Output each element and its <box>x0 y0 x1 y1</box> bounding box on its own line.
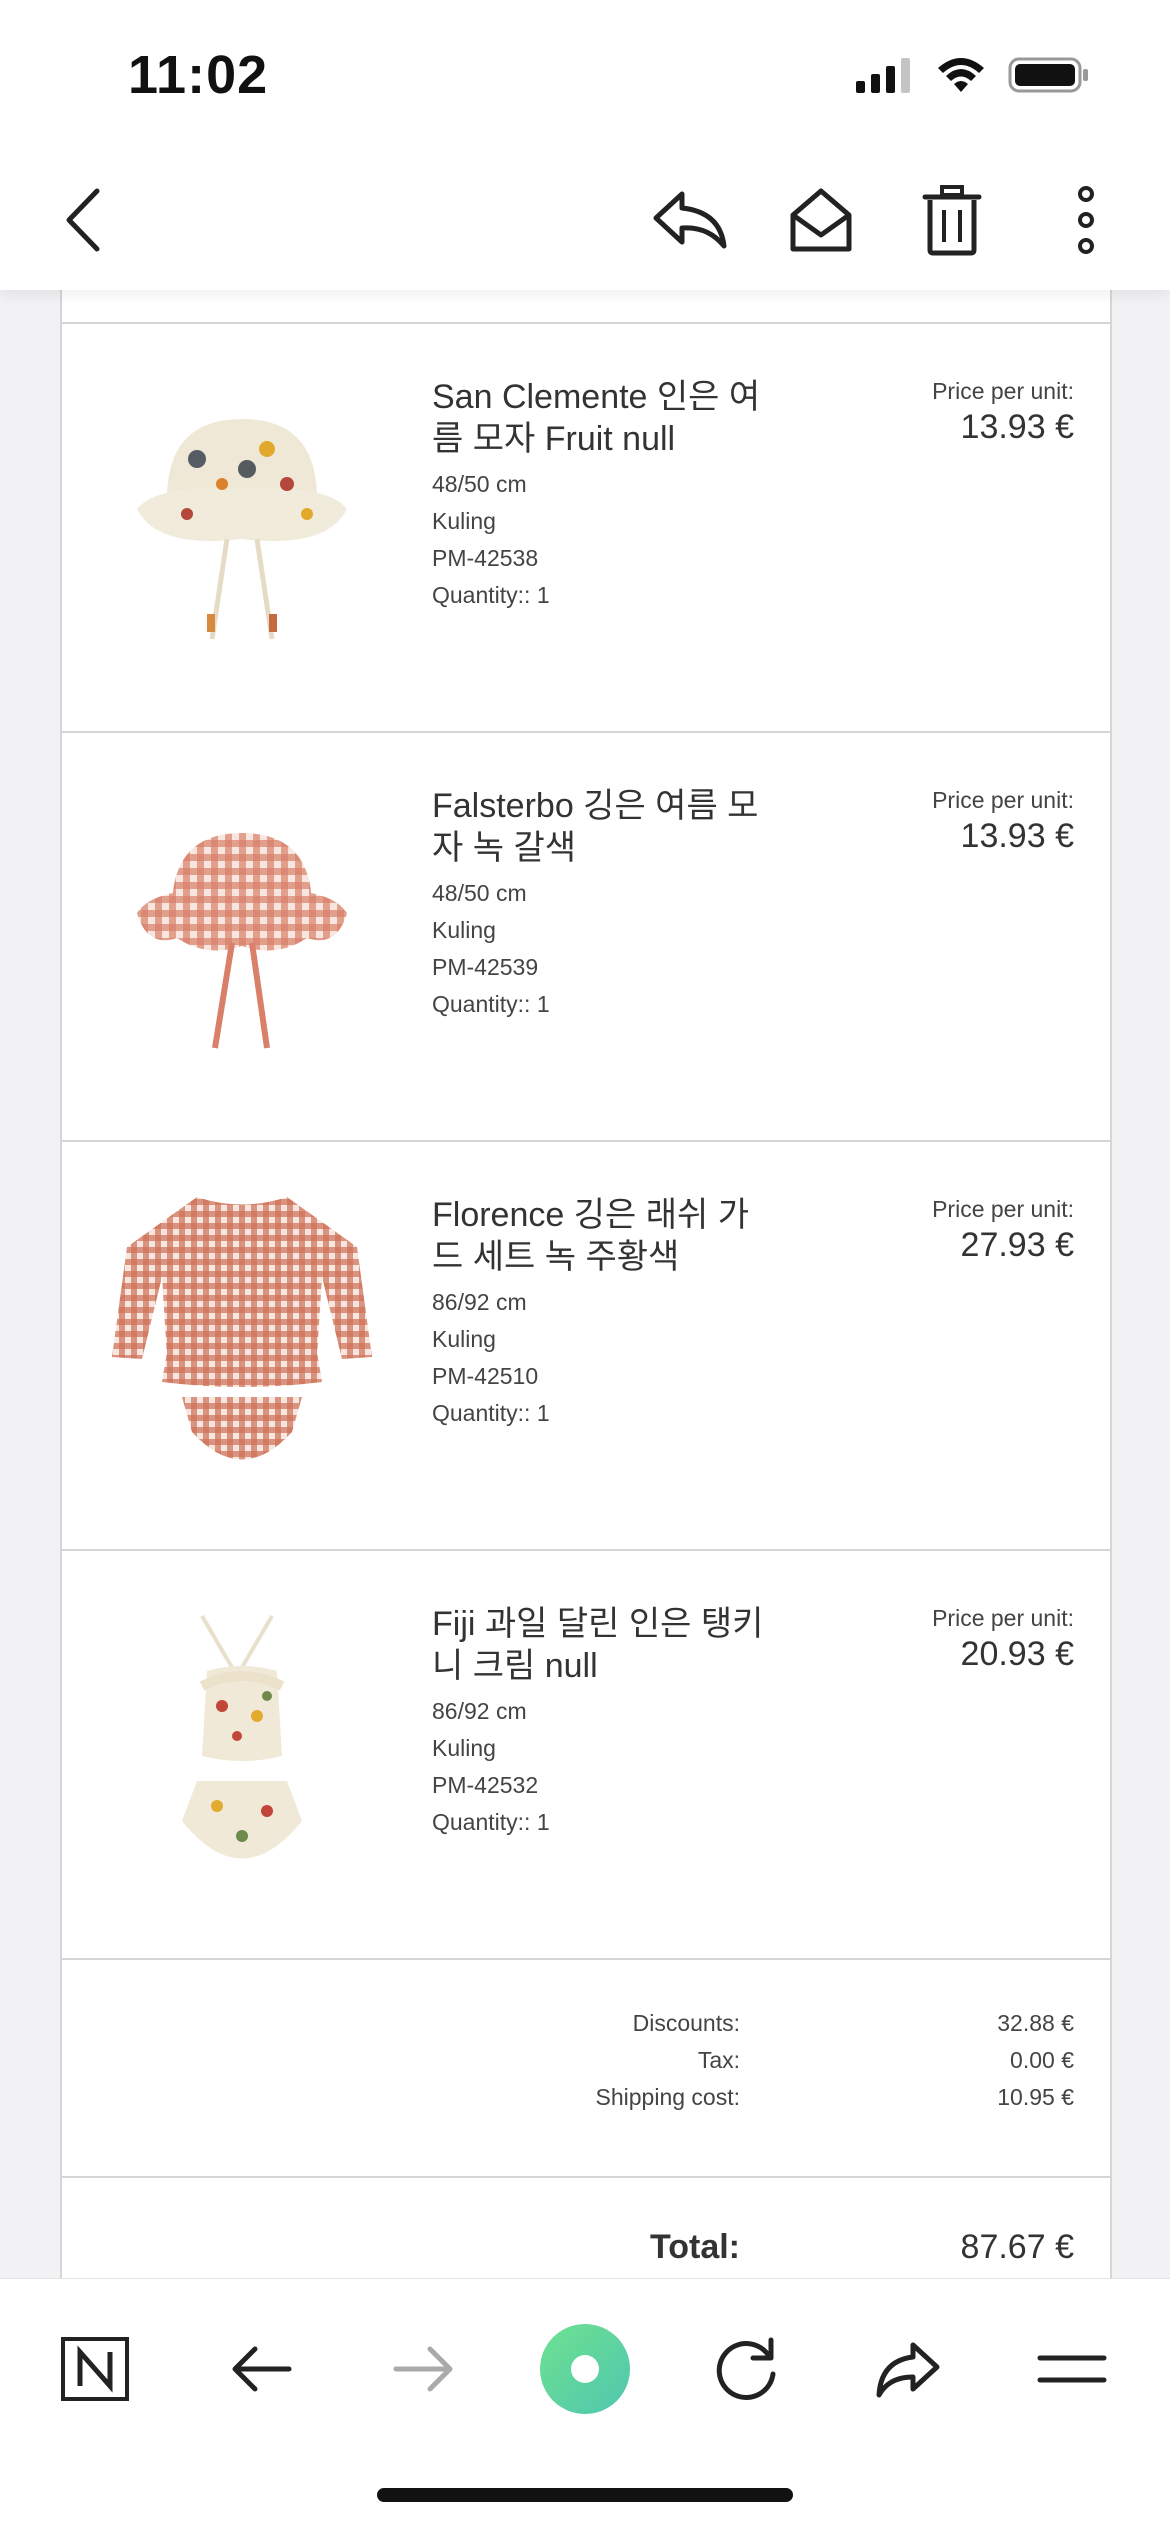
item-name: San Clemente 인은 여름 모자 Fruit null <box>432 378 761 458</box>
item-size: 86/92 cm <box>432 1698 527 1724</box>
product-image <box>107 1596 377 1896</box>
total-row: Total: 87.67 € <box>62 2176 1110 2278</box>
price-label: Price per unit: <box>932 1605 1074 1631</box>
product-image <box>107 778 377 1078</box>
email-toolbar <box>0 150 1170 290</box>
price-label: Price per unit: <box>932 378 1074 404</box>
order-summary: Discounts: 32.88 € Tax: 0.00 € Shipping … <box>62 1958 1110 2178</box>
order-item-row: Fiji 과일 달린 인은 탱키니 크림 null 86/92 cm Kulin… <box>62 1549 1110 1958</box>
item-details: San Clemente 인은 여름 모자 Fruit null 48/50 c… <box>432 376 772 614</box>
total-value: 87.67 € <box>960 2228 1074 2266</box>
forward-nav-button[interactable] <box>374 2319 474 2419</box>
menu-icon <box>1037 2355 1107 2383</box>
price-value: 13.93 € <box>960 817 1074 855</box>
price-value: 13.93 € <box>960 408 1074 446</box>
price-value: 20.93 € <box>960 1635 1074 1673</box>
share-button[interactable] <box>858 2319 958 2419</box>
status-icons <box>854 56 1090 94</box>
discounts-value: 32.88 € <box>997 2010 1074 2036</box>
item-details: Fiji 과일 달린 인은 탱키니 크림 null 86/92 cm Kulin… <box>432 1603 772 1841</box>
record-icon <box>540 2324 630 2414</box>
mark-unread-button[interactable] <box>771 170 871 270</box>
refresh-button[interactable] <box>696 2319 796 2419</box>
share-icon <box>876 2342 940 2398</box>
item-name: Fiji 과일 달린 인은 탱키니 크림 null <box>432 1605 764 1685</box>
menu-button[interactable] <box>1022 2319 1122 2419</box>
shipping-value: 10.95 € <box>997 2084 1074 2110</box>
item-details: Falsterbo 깅은 여름 모자 녹 갈색 48/50 cm Kuling … <box>432 785 772 1023</box>
item-name: Falsterbo 깅은 여름 모자 녹 갈색 <box>432 787 759 867</box>
item-price: Price per unit: 13.93 € <box>932 785 1074 857</box>
item-quantity: Quantity:: 1 <box>432 1809 550 1835</box>
item-brand: Kuling <box>432 1735 496 1761</box>
status-bar: 11:02 <box>0 0 1170 150</box>
order-item-row: Florence 깅은 래쉬 가드 세트 녹 주황색 86/92 cm Kuli… <box>62 1140 1110 1549</box>
back-nav-button[interactable] <box>211 2319 311 2419</box>
fruit-tankini-image <box>182 1614 302 1859</box>
battery-icon <box>1008 57 1088 93</box>
shipping-row: Shipping cost: 10.95 € <box>62 2084 1110 2121</box>
delete-button[interactable] <box>902 170 1002 270</box>
item-brand: Kuling <box>432 1326 496 1352</box>
order-item-row: San Clemente 인은 여름 모자 Fruit null 48/50 c… <box>62 322 1110 731</box>
item-sku: PM-42532 <box>432 1772 539 1798</box>
order-item-row: Falsterbo 깅은 여름 모자 녹 갈색 48/50 cm Kuling … <box>62 731 1110 1140</box>
app-logo-button[interactable] <box>45 2319 145 2419</box>
shipping-label: Shipping cost: <box>595 2084 740 2110</box>
item-sku: PM-42539 <box>432 954 539 980</box>
item-quantity: Quantity:: 1 <box>432 1400 550 1426</box>
home-indicator[interactable] <box>377 2488 793 2502</box>
item-sku: PM-42538 <box>432 545 539 571</box>
price-label: Price per unit: <box>932 1196 1074 1222</box>
more-vertical-icon <box>1078 186 1094 254</box>
price-label: Price per unit: <box>932 787 1074 813</box>
status-time: 11:02 <box>128 45 269 105</box>
item-size: 48/50 cm <box>432 880 527 906</box>
reply-icon <box>653 191 727 249</box>
product-image <box>107 369 377 669</box>
item-brand: Kuling <box>432 508 496 534</box>
envelope-open-icon <box>790 188 852 252</box>
tax-row: Tax: 0.00 € <box>62 2047 1110 2084</box>
item-size: 48/50 cm <box>432 471 527 497</box>
fruit-sun-hat-image <box>137 419 347 640</box>
item-brand: Kuling <box>432 917 496 943</box>
gingham-sun-hat-image <box>137 833 347 1049</box>
email-body[interactable]: San Clemente 인은 여름 모자 Fruit null 48/50 c… <box>0 290 1170 2278</box>
refresh-icon <box>716 2337 776 2400</box>
tax-value: 0.00 € <box>1010 2047 1074 2073</box>
arrow-left-icon <box>232 2346 292 2392</box>
discounts-label: Discounts: <box>632 2010 740 2036</box>
item-name: Florence 깅은 래쉬 가드 세트 녹 주황색 <box>432 1196 750 1276</box>
discounts-row: Discounts: 32.88 € <box>62 2010 1110 2047</box>
reply-button[interactable] <box>640 170 740 270</box>
more-options-button[interactable] <box>1036 170 1136 270</box>
item-quantity: Quantity:: 1 <box>432 582 550 608</box>
back-button[interactable] <box>34 170 134 270</box>
chevron-left-icon <box>66 188 100 252</box>
wifi-icon <box>938 58 984 92</box>
notion-logo-icon <box>61 2337 129 2401</box>
item-size: 86/92 cm <box>432 1289 527 1315</box>
arrow-right-icon <box>393 2346 453 2392</box>
item-price: Price per unit: 20.93 € <box>932 1603 1074 1675</box>
item-quantity: Quantity:: 1 <box>432 991 550 1017</box>
record-button[interactable] <box>535 2319 635 2419</box>
trash-icon <box>922 185 982 256</box>
cellular-signal-icon <box>856 58 910 93</box>
item-price: Price per unit: 13.93 € <box>932 376 1074 448</box>
item-details: Florence 깅은 래쉬 가드 세트 녹 주황색 86/92 cm Kuli… <box>432 1194 772 1432</box>
product-image <box>107 1187 377 1487</box>
gingham-rash-guard-set-image <box>112 1197 372 1460</box>
order-summary-sheet: San Clemente 인은 여름 모자 Fruit null 48/50 c… <box>60 290 1112 2278</box>
item-price: Price per unit: 27.93 € <box>932 1194 1074 1266</box>
price-value: 27.93 € <box>960 1226 1074 1264</box>
item-sku: PM-42510 <box>432 1363 539 1389</box>
total-label: Total: <box>649 2228 740 2266</box>
tax-label: Tax: <box>697 2047 740 2073</box>
